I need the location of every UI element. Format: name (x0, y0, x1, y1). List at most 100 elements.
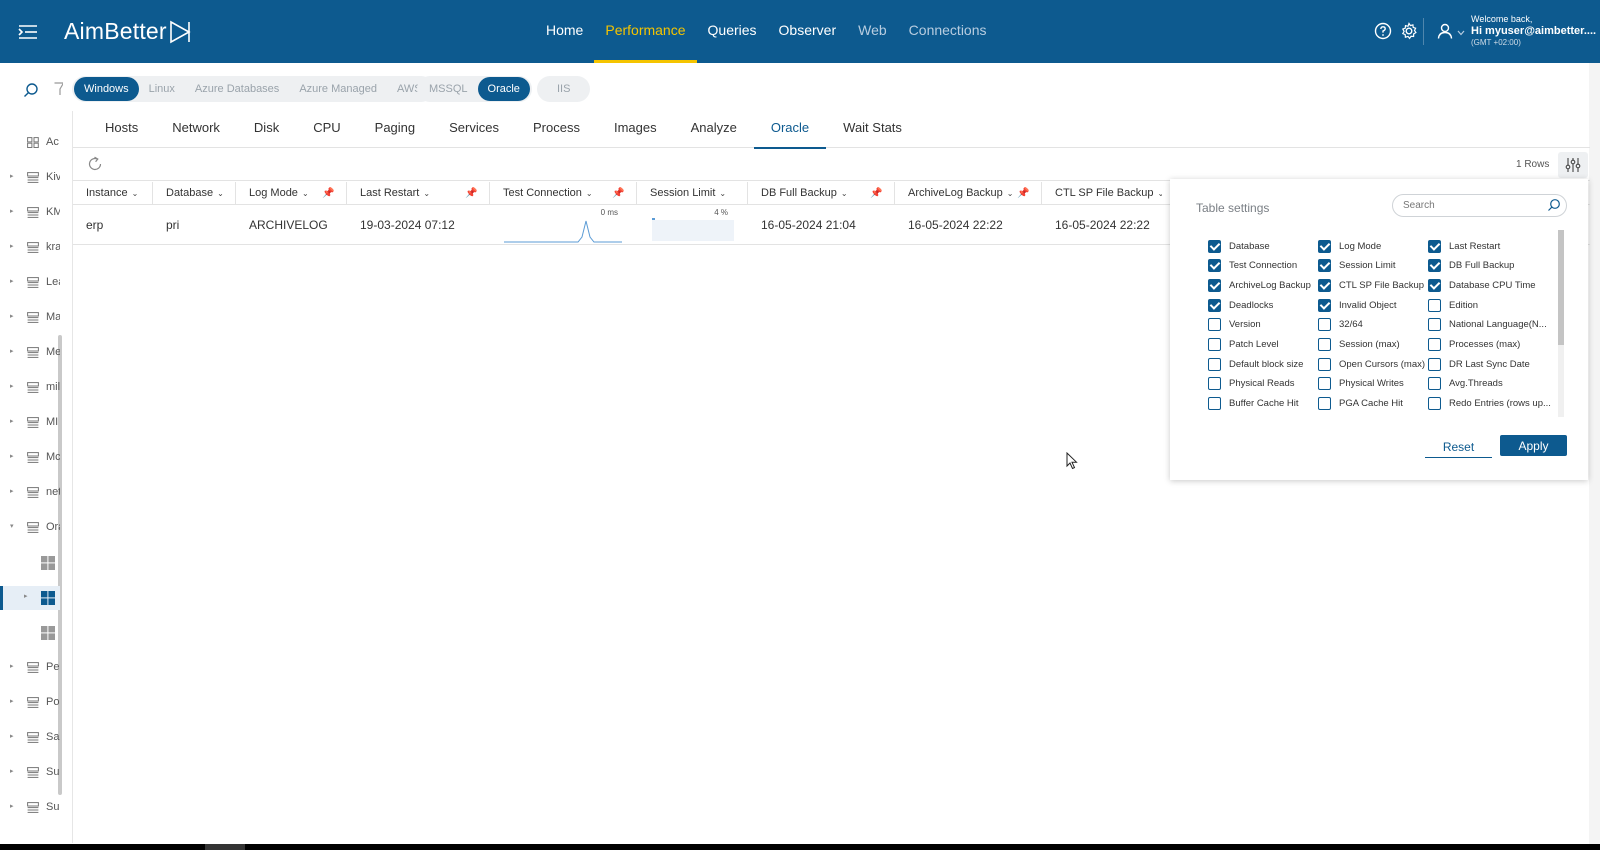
column-option[interactable]: Processes (max) (1428, 335, 1520, 355)
pin-icon[interactable]: 📌 (465, 182, 477, 205)
nav-web[interactable]: Web (847, 0, 898, 63)
chevron-right-icon[interactable]: ▸ (10, 312, 14, 320)
checkbox[interactable] (1428, 259, 1441, 273)
chevron-down-icon[interactable]: ▾ (10, 522, 14, 530)
column-option[interactable]: Test Connection (1208, 256, 1297, 276)
checkbox[interactable] (1428, 298, 1441, 312)
sidebar-item[interactable]: ▸ kra (0, 236, 60, 260)
tab-wait-stats[interactable]: Wait Stats (826, 111, 919, 148)
sidebar-item[interactable]: ▸ Po (0, 691, 60, 715)
column-option[interactable]: Session (max) (1318, 335, 1400, 355)
filter-icon[interactable] (54, 82, 63, 96)
column-option[interactable]: Physical Writes (1318, 374, 1404, 394)
sidebar-item[interactable]: Ac (0, 131, 60, 155)
reset-button[interactable]: Reset (1425, 436, 1492, 458)
sidebar-item[interactable]: ▾ Ora (0, 516, 60, 540)
tab-images[interactable]: Images (597, 111, 674, 148)
tab-disk[interactable]: Disk (237, 111, 296, 148)
filter-chip-azure-databases[interactable]: Azure Databases (185, 77, 289, 101)
column-option[interactable]: Default block size (1208, 354, 1303, 374)
checkbox[interactable] (1428, 318, 1441, 332)
chevron-right-icon[interactable]: ▸ (10, 172, 14, 180)
checkbox[interactable] (1318, 239, 1331, 253)
column-option[interactable]: 32/64 (1318, 315, 1363, 335)
sidebar-item[interactable]: ▸ Su (0, 761, 60, 785)
nav-performance[interactable]: Performance (594, 0, 697, 63)
checkbox[interactable] (1318, 377, 1331, 391)
checkbox[interactable] (1428, 278, 1441, 292)
nav-connections[interactable]: Connections (898, 0, 998, 63)
tab-oracle[interactable]: Oracle (753, 111, 827, 149)
chevron-right-icon[interactable]: ▸ (10, 277, 14, 285)
tab-services[interactable]: Services (432, 111, 516, 148)
checkbox[interactable] (1318, 357, 1331, 371)
sidebar-item[interactable]: ▸ MI (0, 411, 60, 435)
sidebar-item[interactable]: ▸ Ma (0, 306, 60, 330)
checkbox[interactable] (1428, 357, 1441, 371)
checkbox[interactable] (1428, 239, 1441, 253)
tab-paging[interactable]: Paging (358, 111, 432, 148)
checkbox[interactable] (1208, 278, 1221, 292)
checkbox[interactable] (1318, 298, 1331, 312)
col-log-mode[interactable]: Log Mode ⌄ 📌 (236, 182, 347, 205)
column-option[interactable]: Database (1208, 236, 1270, 256)
apply-button[interactable]: Apply (1500, 435, 1567, 456)
sidebar-item[interactable]: ▸ (0, 586, 60, 610)
user-icon[interactable] (1435, 21, 1455, 41)
checkbox[interactable] (1208, 239, 1221, 253)
help-icon[interactable] (1373, 21, 1393, 41)
column-option[interactable]: Edition (1428, 295, 1478, 315)
column-option[interactable]: Patch Level (1208, 335, 1279, 355)
chevron-right-icon[interactable]: ▸ (10, 417, 14, 425)
column-option[interactable]: Session Limit (1318, 256, 1396, 276)
chevron-right-icon[interactable]: ▸ (10, 347, 14, 355)
sidebar-item[interactable] (0, 621, 60, 645)
brand-logo[interactable]: AimBetter (64, 18, 191, 45)
filter-chip-azure-managed[interactable]: Azure Managed (289, 77, 387, 101)
options-scroll-thumb[interactable] (1558, 230, 1564, 345)
checkbox[interactable] (1208, 377, 1221, 391)
table-settings-button[interactable] (1558, 152, 1588, 178)
chevron-right-icon[interactable]: ▸ (10, 697, 14, 705)
filter-chip-mssql[interactable]: MSSQL (419, 77, 478, 101)
column-option[interactable]: Database CPU Time (1428, 275, 1536, 295)
nav-queries[interactable]: Queries (697, 0, 768, 63)
column-option[interactable]: Physical Reads (1208, 374, 1294, 394)
col-database[interactable]: Database ⌄ (153, 182, 236, 205)
col-archivelog-backup[interactable]: ArchiveLog Backup ⌄ 📌 (895, 182, 1042, 205)
checkbox[interactable] (1318, 318, 1331, 332)
column-option[interactable]: Log Mode (1318, 236, 1381, 256)
refresh-icon[interactable] (87, 156, 103, 172)
chevron-down-icon[interactable] (1457, 30, 1465, 36)
chevron-right-icon[interactable]: ▸ (10, 767, 14, 775)
col-instance[interactable]: Instance ⌄ (73, 182, 153, 205)
checkbox[interactable] (1208, 318, 1221, 332)
checkbox[interactable] (1428, 338, 1441, 351)
column-option[interactable]: Version (1208, 315, 1261, 335)
chevron-right-icon[interactable]: ▸ (10, 242, 14, 250)
filter-chip-oracle[interactable]: Oracle (477, 77, 530, 101)
sidebar-item[interactable]: ▸ KM (0, 201, 60, 225)
column-option[interactable]: Buffer Cache Hit (1208, 394, 1299, 414)
col-ctl-sp-file-backup[interactable]: CTL SP File Backup ⌄ (1042, 182, 1162, 205)
chevron-right-icon[interactable]: ▸ (24, 592, 28, 600)
pin-icon[interactable]: 📌 (612, 182, 624, 205)
column-option[interactable]: PGA Cache Hit (1318, 394, 1403, 414)
sidebar-item[interactable]: ▸ net (0, 481, 60, 505)
checkbox[interactable] (1208, 357, 1221, 371)
column-option[interactable]: Deadlocks (1208, 295, 1273, 315)
column-option[interactable]: DR Last Sync Date (1428, 354, 1530, 374)
chevron-right-icon[interactable]: ▸ (10, 487, 14, 495)
checkbox[interactable] (1208, 338, 1221, 351)
sidebar-item[interactable]: ▸ Me (0, 341, 60, 365)
tab-analyze[interactable]: Analyze (674, 111, 754, 148)
sidebar-item[interactable]: ▸ Lea (0, 271, 60, 295)
chevron-right-icon[interactable]: ▸ (10, 382, 14, 390)
sidebar-item[interactable]: ▸ Pe (0, 656, 60, 680)
tab-cpu[interactable]: CPU (296, 111, 357, 148)
filter-chip-iis[interactable]: IIS (547, 77, 580, 101)
col-test-connection[interactable]: Test Connection ⌄ 📌 (490, 182, 637, 205)
chevron-right-icon[interactable]: ▸ (10, 452, 14, 460)
column-option[interactable]: Invalid Object (1318, 295, 1397, 315)
pin-icon[interactable]: 📌 (322, 182, 334, 205)
